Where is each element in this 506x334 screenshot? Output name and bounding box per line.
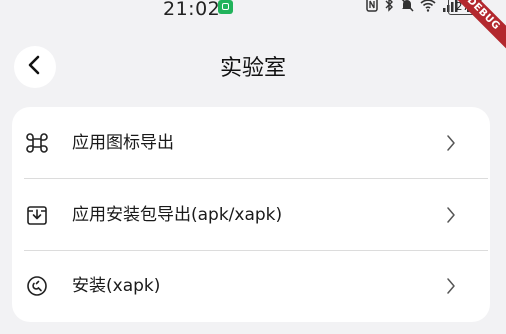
page-title: 实验室 [219,56,286,81]
menu-item-install-xapk[interactable]: 安装(xapk) [12,251,490,323]
chevron-right-icon [444,132,458,154]
status-time: 21:02 [163,0,221,20]
chevron-right-icon [444,204,458,226]
menu-item-label: 应用安装包导出(apk/xapk) [72,205,283,225]
menu-item-export-app-icon[interactable]: 应用图标导出 [12,107,490,179]
bluetooth-icon [384,0,394,16]
menu-item-label: 应用图标导出 [72,133,174,153]
download-box-icon [26,204,48,226]
nfc-icon [366,0,378,16]
wifi-icon [420,0,436,16]
mute-icon [400,0,414,16]
status-bar: 21:02 27 DEBUG [0,0,506,52]
command-icon [26,132,48,154]
menu-item-label: 安装(xapk) [72,276,161,296]
app-notification-icon [218,0,233,14]
chevron-right-icon [444,275,458,297]
install-circle-icon [26,275,48,297]
menu-card: 应用图标导出 应用安装包导出(apk/xapk) 安装(xapk) [12,107,490,322]
menu-item-export-apk[interactable]: 应用安装包导出(apk/xapk) [12,179,490,251]
